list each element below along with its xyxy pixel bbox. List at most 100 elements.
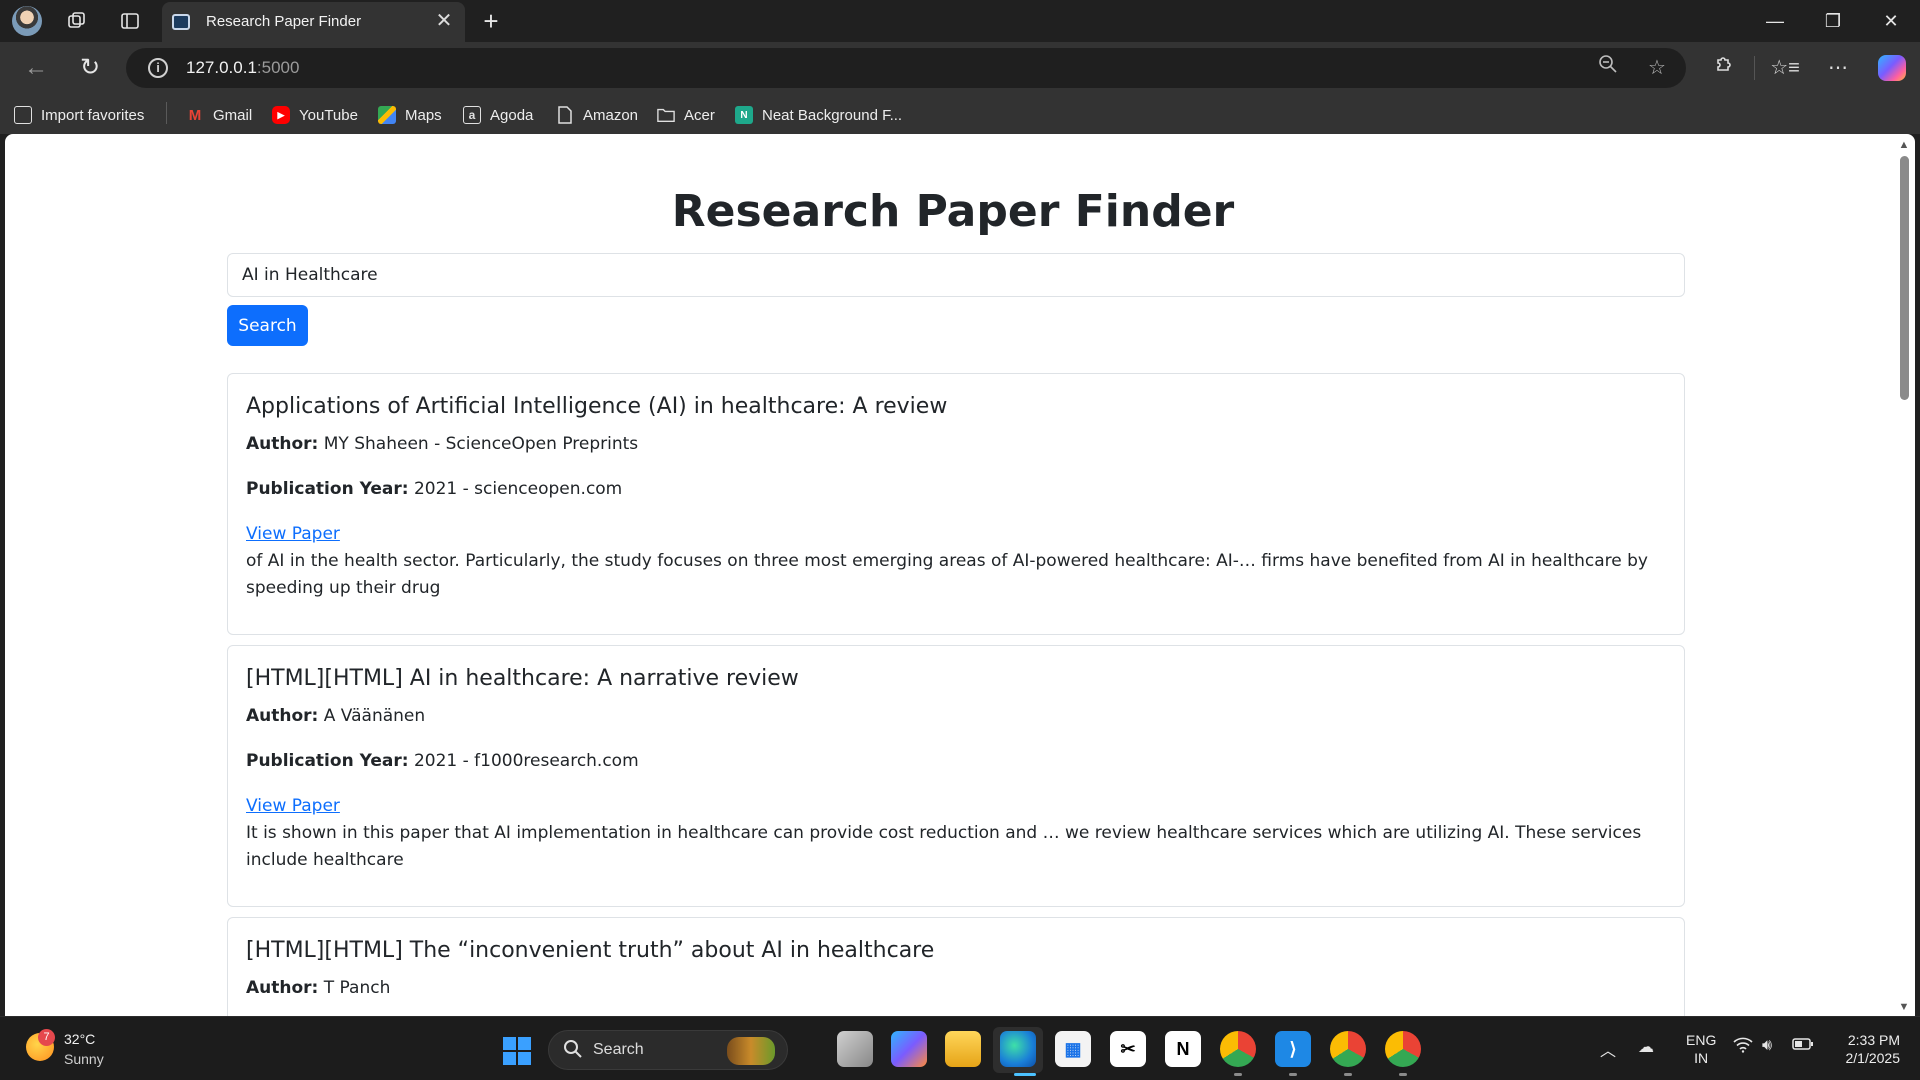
new-tab-button[interactable]: + — [476, 6, 506, 36]
close-tab-icon[interactable]: ✕ — [433, 10, 455, 32]
author-label: Author: — [246, 434, 319, 454]
result-snippet: of AI in the health sector. Particularly… — [246, 551, 1648, 598]
favorites-list-icon[interactable]: ☆≡ — [1767, 51, 1803, 85]
toolbar-divider — [1754, 56, 1755, 80]
author-value: T Panch — [323, 978, 391, 998]
author-value: A Väänänen — [323, 706, 426, 726]
favorite-neat-background[interactable]: N Neat Background F... — [735, 104, 902, 126]
notion-icon[interactable]: N — [1165, 1031, 1201, 1067]
result-snippet: It is shown in this paper that AI implem… — [246, 823, 1642, 870]
clock-date: 2/1/2025 — [1845, 1050, 1901, 1066]
system-clock[interactable]: 2:33 PM 2/1/2025 — [1832, 1031, 1901, 1067]
language-indicator[interactable]: ENG IN — [1686, 1031, 1716, 1067]
search-button[interactable]: Search — [227, 305, 308, 346]
favorite-label: Maps — [405, 106, 442, 124]
close-window-icon[interactable]: ✕ — [1862, 0, 1920, 42]
favorites-divider — [166, 102, 167, 124]
site-info-icon[interactable]: i — [148, 58, 168, 78]
favorite-label: Agoda — [490, 106, 534, 124]
favorite-import[interactable]: Import favorites — [14, 104, 144, 126]
more-menu-icon[interactable]: ⋯ — [1820, 51, 1856, 85]
taskbar-search[interactable]: Search — [548, 1030, 788, 1070]
page-title: Research Paper Finder — [671, 186, 1235, 237]
search-highlight-icon — [727, 1037, 775, 1065]
extensions-icon[interactable] — [1706, 51, 1742, 85]
vertical-tabs-icon[interactable] — [113, 6, 147, 36]
chrome-icon[interactable] — [1330, 1031, 1366, 1067]
active-indicator — [1014, 1073, 1036, 1076]
microsoft-store-icon[interactable]: ▦ — [1055, 1031, 1091, 1067]
tab-title: Research Paper Finder — [206, 13, 362, 30]
favorite-label: Acer — [684, 106, 715, 124]
lang-line2: IN — [1694, 1050, 1709, 1066]
author-value: MY Shaheen - ScienceOpen Preprints — [323, 434, 639, 454]
favorite-acer[interactable]: Acer — [657, 104, 715, 126]
minimize-icon[interactable]: — — [1746, 0, 1804, 42]
result-author: Author: MY Shaheen - ScienceOpen Preprin… — [246, 431, 1666, 458]
tray-overflow-icon[interactable]: ︿ — [1600, 1037, 1616, 1061]
onedrive-icon[interactable]: ☁ — [1638, 1037, 1654, 1057]
tab-research-paper-finder[interactable]: Research Paper Finder ✕ — [162, 2, 465, 42]
task-view-icon[interactable] — [837, 1031, 873, 1067]
favorite-gmail[interactable]: M Gmail — [186, 104, 252, 126]
workspaces-icon[interactable] — [60, 6, 94, 36]
url-host: 127.0.0.1 — [186, 58, 257, 77]
address-bar[interactable]: i 127.0.0.1:5000 ☆ — [126, 48, 1686, 88]
page-scrollbar[interactable]: ▲ ▼ — [1897, 138, 1911, 1014]
url-text[interactable]: 127.0.0.1:5000 — [186, 58, 299, 78]
taskbar-search-label: Search — [593, 1041, 644, 1058]
restore-icon[interactable]: ❐ — [1804, 0, 1862, 42]
agoda-icon: a — [463, 106, 481, 124]
result-year: Publication Year: 2021 - scienceopen.com — [246, 476, 1666, 503]
copilot-icon[interactable] — [1878, 55, 1906, 81]
battery-icon[interactable] — [1792, 1037, 1814, 1056]
tab-favicon-icon — [172, 14, 190, 30]
view-paper-link[interactable]: View Paper — [246, 521, 340, 548]
wifi-icon[interactable] — [1733, 1037, 1753, 1058]
running-indicator — [1344, 1073, 1352, 1076]
favorite-agoda[interactable]: a Agoda — [463, 104, 533, 126]
search-input[interactable] — [227, 253, 1685, 297]
file-explorer-icon[interactable] — [945, 1031, 981, 1067]
scroll-up-icon[interactable]: ▲ — [1897, 138, 1911, 152]
result-card: [HTML][HTML] The “inconvenient truth” ab… — [227, 917, 1685, 1016]
running-indicator — [1234, 1073, 1242, 1076]
import-icon — [14, 106, 32, 124]
profile-avatar[interactable] — [12, 6, 42, 36]
weather-temp: 32°C — [64, 1031, 96, 1047]
favorite-amazon[interactable]: Amazon — [556, 104, 638, 126]
chrome-profile-p-icon[interactable] — [1220, 1031, 1256, 1067]
search-icon — [563, 1039, 583, 1064]
view-paper-link[interactable]: View Paper — [246, 793, 340, 820]
vscode-icon[interactable]: ⟩ — [1275, 1031, 1311, 1067]
chrome-profile-icon[interactable] — [1385, 1031, 1421, 1067]
document-icon — [556, 106, 574, 124]
copilot-app-icon[interactable] — [891, 1031, 927, 1067]
start-button[interactable] — [503, 1037, 531, 1065]
year-value: 2021 - scienceopen.com — [413, 479, 623, 499]
back-arrow-icon[interactable]: ← — [18, 51, 54, 85]
favorite-maps[interactable]: Maps — [378, 104, 442, 126]
year-label: Publication Year: — [246, 479, 409, 499]
result-title: [HTML][HTML] The “inconvenient truth” ab… — [246, 938, 935, 963]
capcut-icon[interactable]: ✂ — [1110, 1031, 1146, 1067]
favorite-star-icon[interactable]: ☆ — [1642, 54, 1672, 82]
windows-taskbar: 7 32°C Sunny Search ▦ ✂ N ⟩ ︿ ☁ ENG IN 🔊… — [0, 1016, 1920, 1080]
scroll-down-icon[interactable]: ▼ — [1897, 1000, 1911, 1014]
refresh-icon[interactable]: ↻ — [72, 51, 108, 85]
zoom-icon[interactable] — [1593, 54, 1623, 82]
author-label: Author: — [246, 978, 319, 998]
browser-title-bar: Research Paper Finder ✕ + — ❐ ✕ — [0, 0, 1920, 42]
edge-browser-icon[interactable] — [1000, 1031, 1036, 1067]
favorite-label: Neat Background F... — [762, 106, 903, 124]
favorite-label: YouTube — [299, 106, 358, 124]
scrollbar-thumb[interactable] — [1900, 156, 1909, 400]
favorite-label: Gmail — [213, 106, 253, 124]
result-year: Publication Year: 2021 - f1000research.c… — [246, 748, 1666, 775]
favorite-label: Amazon — [583, 106, 639, 124]
volume-icon[interactable]: 🔊︎ — [1762, 1037, 1772, 1055]
running-indicator — [1399, 1073, 1407, 1076]
page-viewport: Research Paper Finder Search Application… — [5, 134, 1915, 1016]
weather-desc: Sunny — [64, 1051, 104, 1067]
favorite-youtube[interactable]: ▶ YouTube — [272, 104, 358, 126]
